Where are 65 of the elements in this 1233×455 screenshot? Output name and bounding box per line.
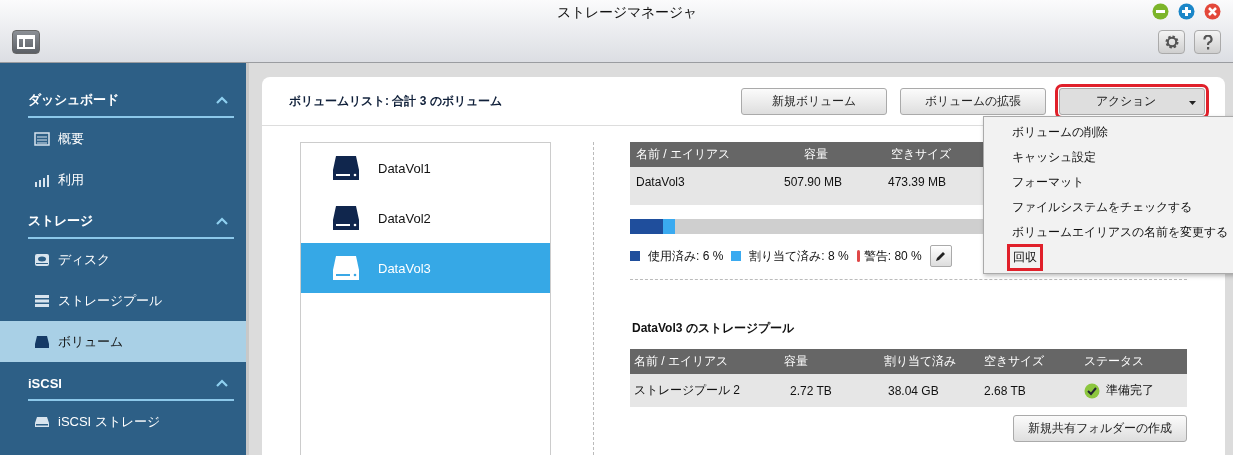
column-header: 容量 bbox=[803, 146, 829, 163]
section-title: ダッシュボード bbox=[28, 91, 119, 109]
legend-label: 警告: 80 % bbox=[863, 247, 922, 265]
toolbar-button[interactable]: ボリュームの拡張 bbox=[900, 87, 1046, 115]
volume-item[interactable]: DataVol2 bbox=[301, 193, 550, 243]
table-cell-text: 473.39 MB bbox=[887, 175, 948, 189]
volume-list-title: ボリュームリスト: 合計 3 のボリューム bbox=[289, 92, 502, 110]
sidebar-item[interactable]: 利用 bbox=[0, 159, 246, 200]
sidebar-item[interactable]: ディスク bbox=[0, 239, 246, 280]
column-header: 割り当て済み bbox=[884, 353, 957, 370]
drive-icon bbox=[34, 334, 50, 349]
table-cell-text: DataVol3 bbox=[635, 175, 686, 189]
drive-icon bbox=[332, 205, 360, 231]
table-cell-text: 38.04 GB bbox=[887, 383, 940, 398]
column-header: 名前 / エイリアス bbox=[635, 146, 731, 163]
table-cell-text: 507.90 MB bbox=[783, 175, 844, 189]
minimize-icon[interactable] bbox=[1152, 3, 1169, 20]
close-icon[interactable] bbox=[1204, 3, 1221, 20]
menu-item[interactable]: ファイルシステムをチェックする bbox=[984, 195, 1233, 220]
table-cell-text: 2.68 TB bbox=[984, 383, 1027, 398]
menu-item[interactable]: キャッシュ設定 bbox=[984, 145, 1233, 170]
menu-item[interactable]: ボリュームエイリアスの名前を変更する bbox=[984, 220, 1233, 245]
menu-item[interactable]: 回収 bbox=[984, 245, 1233, 270]
section-title: ストレージ bbox=[28, 212, 93, 230]
edit-button[interactable] bbox=[929, 245, 952, 267]
volume-item[interactable]: DataVol1 bbox=[301, 143, 550, 193]
section-title: iSCSI bbox=[28, 375, 62, 391]
list-icon bbox=[34, 131, 50, 146]
pencil-icon bbox=[935, 250, 947, 262]
column-header: 空きサイズ bbox=[890, 146, 952, 163]
caret-icon bbox=[1189, 100, 1196, 105]
settings-button[interactable] bbox=[1158, 30, 1185, 54]
chevron-icon[interactable] bbox=[216, 379, 228, 387]
column-header: 容量 bbox=[784, 353, 809, 370]
sidebar-item[interactable]: ボリューム bbox=[0, 321, 246, 362]
table-cell-text: ストレージプール 2 bbox=[633, 382, 741, 399]
settings-icon bbox=[1163, 34, 1180, 50]
column-header: 名前 / エイリアス bbox=[633, 353, 729, 370]
toolbar-button[interactable]: 新規ボリューム bbox=[741, 87, 887, 115]
sidebar-item[interactable]: ストレージプール bbox=[0, 280, 246, 321]
maximize-icon[interactable] bbox=[1178, 3, 1195, 20]
menu-item[interactable]: フォーマット bbox=[984, 170, 1233, 195]
help-icon bbox=[1202, 34, 1213, 50]
legend-label: 使用済み: 6 % bbox=[648, 247, 724, 265]
panel-icon bbox=[17, 35, 35, 49]
drive-icon bbox=[332, 155, 360, 181]
sidebar-toggle-button[interactable] bbox=[12, 30, 40, 54]
window-title: ストレージマネージャ bbox=[556, 4, 697, 22]
status-text: 準備完了 bbox=[1106, 382, 1154, 399]
column-header: 空きサイズ bbox=[984, 353, 1045, 370]
column-header: ステータス bbox=[1084, 353, 1145, 370]
section-title: DataVol3 のストレージプール bbox=[632, 320, 795, 337]
chevron-icon[interactable] bbox=[216, 217, 228, 225]
create-folder-button[interactable]: 新規共有フォルダーの作成 bbox=[1013, 415, 1187, 442]
bar-chart-icon bbox=[34, 172, 50, 187]
drive-icon bbox=[34, 414, 50, 429]
stack-icon bbox=[34, 293, 50, 308]
chevron-icon[interactable] bbox=[216, 96, 228, 104]
help-button[interactable] bbox=[1194, 30, 1221, 54]
legend-label: 割り当て済み: 8 % bbox=[749, 247, 849, 265]
sidebar-item[interactable]: iSCSI ストレージ bbox=[0, 401, 246, 442]
sidebar-item[interactable]: 概要 bbox=[0, 118, 246, 159]
drive-icon bbox=[332, 255, 360, 281]
table-cell-text: 2.72 TB bbox=[789, 383, 833, 398]
menu-item[interactable]: ボリュームの削除 bbox=[984, 120, 1233, 145]
